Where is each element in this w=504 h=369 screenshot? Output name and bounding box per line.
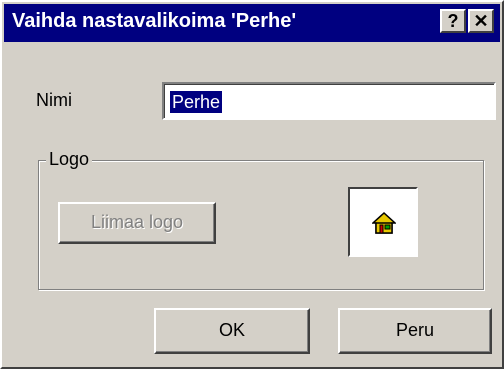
paste-logo-button[interactable]: Liimaa logo — [58, 202, 216, 244]
help-button[interactable]: ? — [440, 9, 466, 33]
house-icon — [372, 211, 396, 234]
close-button[interactable]: ✕ — [468, 9, 494, 33]
window-title: Vaihda nastavalikoima 'Perhe' — [12, 10, 297, 32]
cancel-button[interactable]: Peru — [338, 308, 492, 354]
name-input[interactable]: Perhe — [162, 82, 496, 120]
close-icon: ✕ — [473, 11, 489, 31]
dialog-window: Vaihda nastavalikoima 'Perhe' ? ✕ Nimi P… — [0, 0, 504, 369]
logo-preview — [348, 187, 418, 257]
name-label: Nimi — [36, 90, 72, 110]
title-bar[interactable]: Vaihda nastavalikoima 'Perhe' ? ✕ — [4, 4, 500, 42]
ok-button[interactable]: OK — [154, 308, 310, 354]
name-input-value: Perhe — [170, 91, 223, 113]
logo-group-legend: Logo — [46, 149, 93, 170]
